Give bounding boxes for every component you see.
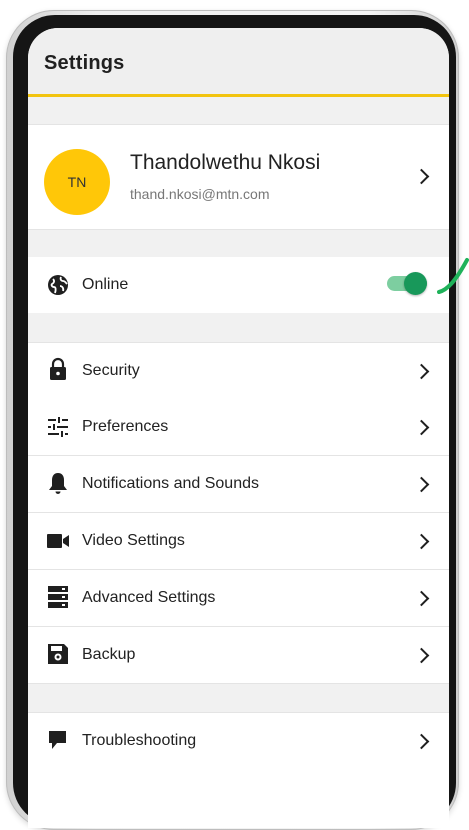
chevron-right-icon	[413, 168, 430, 185]
app-header: Settings	[28, 28, 449, 97]
video-camera-icon	[47, 534, 69, 548]
server-icon	[48, 586, 68, 608]
menu-item-label: Advanced Settings	[82, 589, 216, 606]
globe-icon	[48, 275, 68, 295]
menu-item-notifications[interactable]: Notifications and Sounds	[28, 456, 449, 513]
menu-item-backup[interactable]: Backup	[28, 627, 449, 684]
profile-name: Thandolwethu Nkosi	[130, 151, 321, 174]
menu-item-security[interactable]: Security	[28, 342, 449, 400]
lock-icon	[50, 357, 66, 380]
bell-icon	[49, 473, 67, 494]
menu-item-troubleshooting[interactable]: Troubleshooting	[28, 712, 449, 770]
chevron-right-icon	[413, 419, 430, 436]
toggle-knob	[404, 272, 427, 295]
menu-item-video-settings[interactable]: Video Settings	[28, 513, 449, 570]
chevron-right-icon	[413, 533, 430, 550]
avatar: TN	[44, 149, 110, 215]
next-row	[28, 769, 449, 828]
profile-email: thand.nkosi@mtn.com	[130, 186, 270, 202]
menu-item-label: Video Settings	[82, 532, 185, 549]
sliders-icon	[48, 417, 68, 437]
profile-row[interactable]: TN Thandolwethu Nkosi thand.nkosi@mtn.co…	[28, 124, 449, 230]
menu-item-label: Backup	[82, 646, 136, 663]
online-label: Online	[82, 276, 129, 293]
settings-screen: Settings TN Thandolwethu Nkosi thand.nko…	[28, 28, 449, 828]
menu-item-preferences[interactable]: Preferences	[28, 399, 449, 456]
chevron-right-icon	[413, 590, 430, 607]
menu-item-label: Troubleshooting	[82, 732, 197, 749]
chevron-right-icon	[413, 647, 430, 664]
menu-item-label: Notifications and Sounds	[82, 475, 259, 492]
menu-item-label: Preferences	[82, 418, 169, 435]
flag-icon	[49, 731, 66, 749]
online-status-row: Online	[28, 257, 449, 313]
menu-item-label: Security	[82, 362, 140, 379]
online-toggle[interactable]	[387, 272, 427, 295]
avatar-initials: TN	[67, 174, 87, 190]
chevron-right-icon	[413, 363, 430, 380]
annotation-arrow	[437, 258, 469, 294]
chevron-right-icon	[413, 733, 430, 750]
menu-item-advanced-settings[interactable]: Advanced Settings	[28, 570, 449, 627]
page-title: Settings	[44, 52, 125, 74]
save-icon	[48, 644, 68, 664]
chevron-right-icon	[413, 476, 430, 493]
